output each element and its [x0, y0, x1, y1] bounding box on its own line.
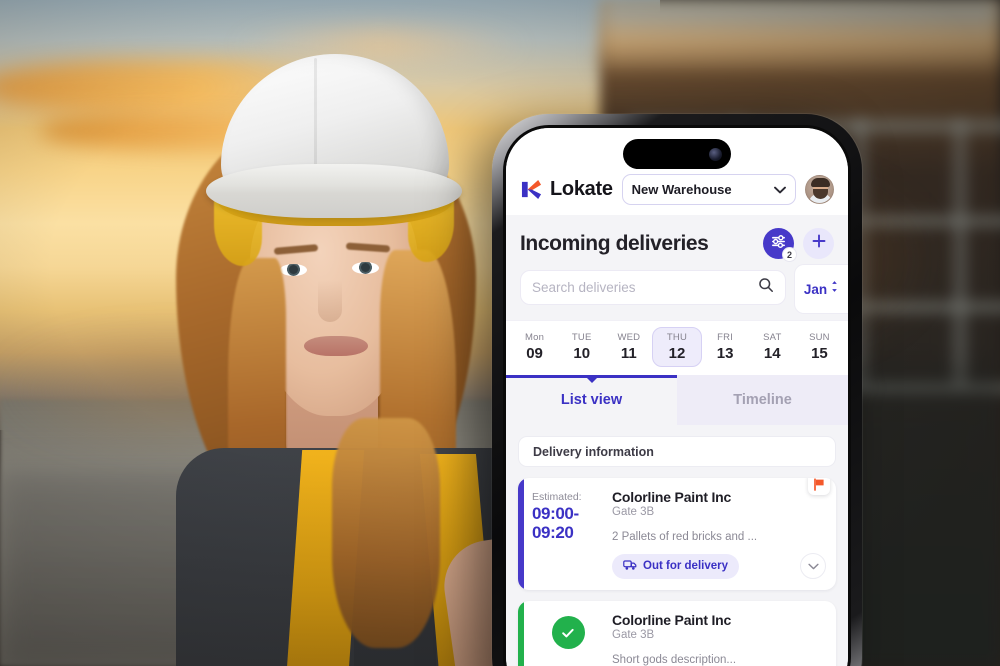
- avatar[interactable]: [805, 175, 834, 204]
- stepper-updown-icon: [830, 280, 839, 298]
- month-stepper[interactable]: Jan: [794, 264, 848, 314]
- tab-timeline-label: Timeline: [733, 392, 792, 408]
- add-delivery-button[interactable]: [803, 228, 834, 259]
- delivery-details: Colorline Paint Inc Gate 3B 2 Pallets of…: [612, 489, 826, 579]
- filter-button[interactable]: 2: [763, 228, 797, 262]
- goods-description: Short gods description...: [612, 654, 737, 666]
- list-header-label: Delivery information: [533, 444, 654, 459]
- brand: Lokate: [520, 178, 613, 201]
- day-cell-selected[interactable]: THU 12: [652, 327, 702, 367]
- completed-status-column: [532, 612, 604, 666]
- day-cell[interactable]: FRI 13: [702, 327, 749, 367]
- day-cell[interactable]: SAT 14: [749, 327, 796, 367]
- phone-bezel: Lokate New Warehouse Incoming deliveries…: [503, 125, 851, 666]
- chevron-down-icon: [807, 557, 819, 575]
- check-circle-icon: [551, 616, 585, 649]
- day-name: TUE: [571, 332, 592, 343]
- company-name: Colorline Paint Inc: [612, 612, 732, 628]
- front-camera-icon: [709, 147, 722, 161]
- delivery-details: Colorline Paint Inc Gate 3B Short gods d…: [612, 612, 826, 666]
- month-label: Jan: [803, 281, 828, 297]
- search-icon: [758, 277, 774, 298]
- day-name: WED: [617, 332, 641, 343]
- day-name: SUN: [809, 332, 830, 343]
- day-number: 15: [811, 345, 828, 362]
- tab-list-view-label: List view: [560, 392, 623, 408]
- status-label: Out for delivery: [643, 560, 728, 572]
- status-row: Out for delivery: [612, 553, 826, 579]
- day-cell[interactable]: Mon 09: [511, 327, 558, 367]
- gate-label: Gate 3B: [612, 506, 655, 518]
- day-number: 09: [526, 345, 543, 362]
- flag-icon[interactable]: [808, 478, 830, 495]
- search-input[interactable]: [532, 280, 750, 295]
- phone-mockup: Lokate New Warehouse Incoming deliveries…: [492, 114, 862, 666]
- tab-timeline[interactable]: Timeline: [677, 375, 848, 425]
- search-box[interactable]: [520, 270, 786, 305]
- estimated-time-start: 09:00-: [532, 504, 579, 523]
- day-name: FRI: [717, 332, 734, 343]
- day-number: 13: [716, 345, 734, 362]
- page-title-row: Incoming deliveries 2: [506, 215, 848, 266]
- dynamic-island: [623, 139, 731, 169]
- view-tabs: List view Timeline: [506, 375, 848, 425]
- day-number: 10: [573, 345, 591, 362]
- delivery-card-body: Colorline Paint Inc Gate 3B Short gods d…: [524, 601, 836, 666]
- page-title: Incoming deliveries: [520, 231, 709, 255]
- day-number: 11: [620, 345, 637, 362]
- estimated-time-end: 09:20: [532, 523, 574, 543]
- goods-description: 2 Pallets of red bricks and ...: [612, 531, 758, 543]
- company-name: Colorline Paint Inc: [612, 489, 732, 505]
- estimated-label: Estimated:: [532, 491, 582, 503]
- gate-label: Gate 3B: [612, 629, 655, 641]
- truck-icon: [623, 559, 637, 574]
- delivery-list: Delivery information Estimated: 09:00- 0…: [506, 425, 848, 666]
- expand-card-button[interactable]: [800, 553, 826, 579]
- filter-badge-count: 2: [782, 247, 797, 262]
- phone-screen: Lokate New Warehouse Incoming deliveries…: [506, 128, 848, 666]
- plus-icon: [811, 233, 827, 254]
- chevron-down-icon: [774, 181, 786, 199]
- week-strip: Mon 09 TUE 10 WED 11 THU 12 FRI 13 SAT 1…: [506, 320, 848, 375]
- estimated-time-column: Estimated: 09:00- 09:20: [532, 489, 604, 579]
- day-number: 12: [668, 345, 686, 362]
- day-cell[interactable]: TUE 10: [558, 327, 605, 367]
- delivery-card[interactable]: Estimated: 09:00- 09:20 Colorline Paint …: [518, 478, 836, 590]
- delivery-card-body: Estimated: 09:00- 09:20 Colorline Paint …: [524, 478, 836, 590]
- tab-list-view[interactable]: List view: [506, 375, 677, 425]
- brand-name: Lokate: [550, 178, 613, 200]
- search-row: Jan: [506, 264, 848, 320]
- delivery-card[interactable]: Colorline Paint Inc Gate 3B Short gods d…: [518, 601, 836, 666]
- warehouse-select-value: New Warehouse: [631, 182, 732, 197]
- day-cell[interactable]: WED 11: [605, 327, 652, 367]
- lokate-logo-icon: [520, 179, 543, 200]
- day-number: 14: [763, 345, 781, 362]
- day-cell[interactable]: SUN 15: [796, 327, 843, 367]
- warehouse-select[interactable]: New Warehouse: [621, 174, 796, 205]
- day-name: Mon: [525, 332, 545, 343]
- day-name: THU: [666, 332, 688, 343]
- list-header: Delivery information: [518, 436, 836, 467]
- active-tab-caret-icon: [585, 377, 598, 383]
- status-badge[interactable]: Out for delivery: [612, 553, 739, 579]
- day-name: SAT: [763, 332, 782, 343]
